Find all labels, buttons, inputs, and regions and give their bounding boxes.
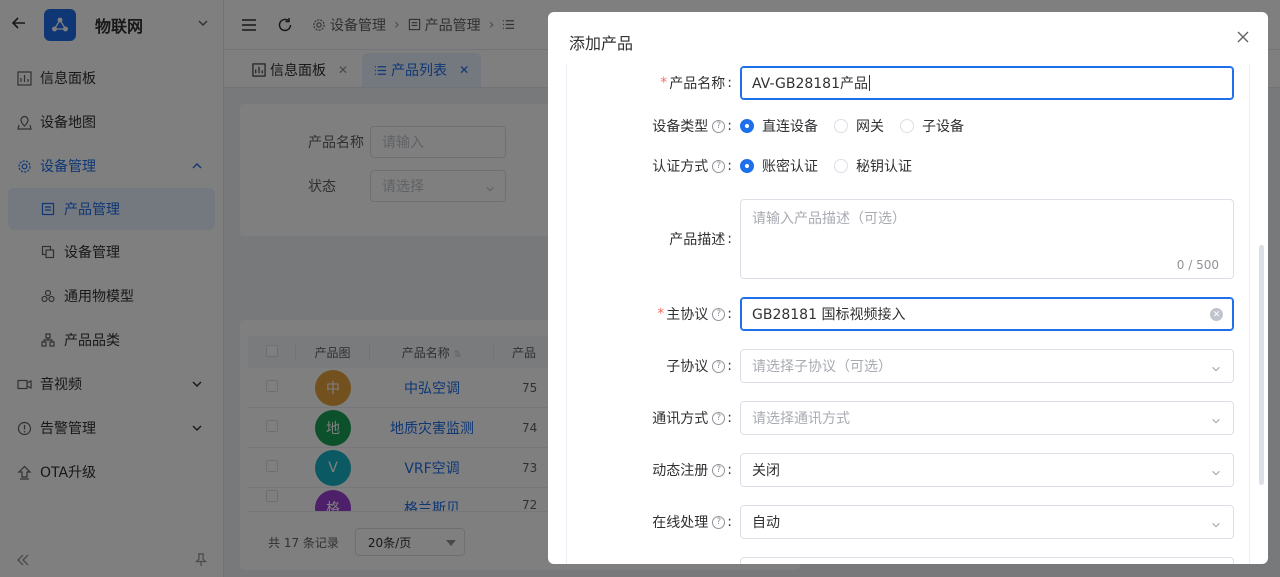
select-value: GB28181 国标视频接入	[752, 307, 906, 323]
radio-dot	[740, 119, 754, 133]
online-handling-select[interactable]: 自动	[740, 505, 1234, 539]
select-value: 自动	[752, 515, 780, 531]
form-row-auth: 认证方式?: 账密认证 秘钥认证	[567, 156, 928, 176]
form-label: 产品描述:	[669, 231, 732, 248]
form-label: 子协议?:	[666, 358, 732, 375]
chevron-down-icon	[1211, 414, 1221, 430]
radio-password-auth[interactable]: 账密认证	[740, 156, 818, 176]
label-text: 认证方式	[652, 159, 709, 175]
form-row-online-handling: 在线处理?: 自动	[567, 505, 1234, 539]
form-label: 通讯方式?:	[652, 410, 732, 427]
help-icon[interactable]: ?	[712, 463, 726, 477]
chevron-down-icon	[1211, 518, 1221, 534]
form-row-next	[567, 557, 1234, 564]
label-text: 主协议	[666, 307, 709, 323]
sub-protocol-select[interactable]: 请选择子协议（可选）	[740, 349, 1234, 383]
radio-gateway[interactable]: 网关	[834, 116, 884, 136]
next-field[interactable]	[740, 557, 1234, 564]
radio-dot	[834, 119, 848, 133]
radio-label: 账密认证	[762, 159, 818, 175]
radio-dot	[900, 119, 914, 133]
label-text: 子协议	[666, 359, 709, 375]
label-text: 产品名称	[669, 76, 726, 92]
chevron-down-icon	[1211, 362, 1221, 378]
label-text: 设备类型	[652, 119, 709, 135]
form-row-main-protocol: * 主协议?: GB28181 国标视频接入 ✕	[567, 297, 1234, 331]
radio-sub-device[interactable]: 子设备	[900, 116, 964, 136]
placeholder: 请选择通讯方式	[752, 411, 850, 427]
chevron-down-icon	[1211, 466, 1221, 482]
required-mark: *	[657, 306, 665, 322]
radio-label: 子设备	[922, 119, 964, 135]
char-count: 0 / 500	[1176, 258, 1219, 272]
product-description-textarea[interactable]: 请输入产品描述（可选） 0 / 500	[740, 199, 1234, 279]
dialog-scrollbar[interactable]	[1259, 245, 1264, 485]
dialog-form: * 产品名称: AV-GB28181产品 设备类型?: 直连设备 网关 子设备 认…	[566, 64, 1250, 564]
form-row-communication: 通讯方式?: 请选择通讯方式	[567, 401, 1234, 435]
close-icon[interactable]	[1234, 28, 1252, 46]
radio-label: 网关	[856, 119, 884, 135]
input-value: AV-GB28181产品	[752, 76, 868, 92]
text-cursor	[869, 75, 870, 91]
label-text: 动态注册	[652, 463, 709, 479]
form-row-sub-protocol: 子协议?: 请选择子协议（可选）	[567, 349, 1234, 383]
label-text: 通讯方式	[652, 411, 709, 427]
radio-dot	[740, 159, 754, 173]
placeholder: 请输入产品描述（可选）	[752, 211, 906, 227]
radio-secret-auth[interactable]: 秘钥认证	[834, 156, 912, 176]
form-row-description: 产品描述: 请输入产品描述（可选） 0 / 500	[567, 199, 1234, 279]
label-text: 产品描述	[669, 232, 726, 248]
help-icon[interactable]: ?	[712, 359, 726, 373]
add-product-dialog: 添加产品 * 产品名称: AV-GB28181产品 设备类型?: 直连设备 网关 …	[548, 12, 1268, 564]
help-icon[interactable]: ?	[712, 515, 726, 529]
dynamic-registration-select[interactable]: 关闭	[740, 453, 1234, 487]
form-row-name: * 产品名称: AV-GB28181产品	[567, 66, 1234, 100]
help-icon[interactable]: ?	[712, 411, 726, 425]
select-value: 关闭	[752, 463, 780, 479]
form-label: 在线处理?:	[652, 514, 732, 531]
radio-label: 秘钥认证	[856, 159, 912, 175]
form-label: 认证方式?:	[652, 158, 732, 175]
form-label: 动态注册?:	[652, 462, 732, 479]
help-icon[interactable]: ?	[712, 119, 726, 133]
form-label: 设备类型?:	[652, 118, 732, 135]
form-label: * 产品名称:	[660, 75, 732, 92]
dialog-title: 添加产品	[569, 34, 634, 53]
form-row-device-type: 设备类型?: 直连设备 网关 子设备	[567, 116, 980, 136]
radio-direct-device[interactable]: 直连设备	[740, 116, 818, 136]
clear-icon[interactable]: ✕	[1210, 308, 1223, 321]
product-name-input[interactable]: AV-GB28181产品	[740, 66, 1234, 100]
help-icon[interactable]: ?	[712, 159, 726, 173]
help-icon[interactable]: ?	[712, 307, 726, 321]
radio-dot	[834, 159, 848, 173]
form-label: * 主协议?:	[657, 306, 732, 323]
placeholder: 请选择子协议（可选）	[752, 359, 892, 375]
required-mark: *	[660, 75, 668, 91]
form-row-dynamic-registration: 动态注册?: 关闭	[567, 453, 1234, 487]
label-text: 在线处理	[652, 515, 709, 531]
radio-label: 直连设备	[762, 119, 818, 135]
communication-select[interactable]: 请选择通讯方式	[740, 401, 1234, 435]
main-protocol-select[interactable]: GB28181 国标视频接入 ✕	[740, 297, 1234, 331]
